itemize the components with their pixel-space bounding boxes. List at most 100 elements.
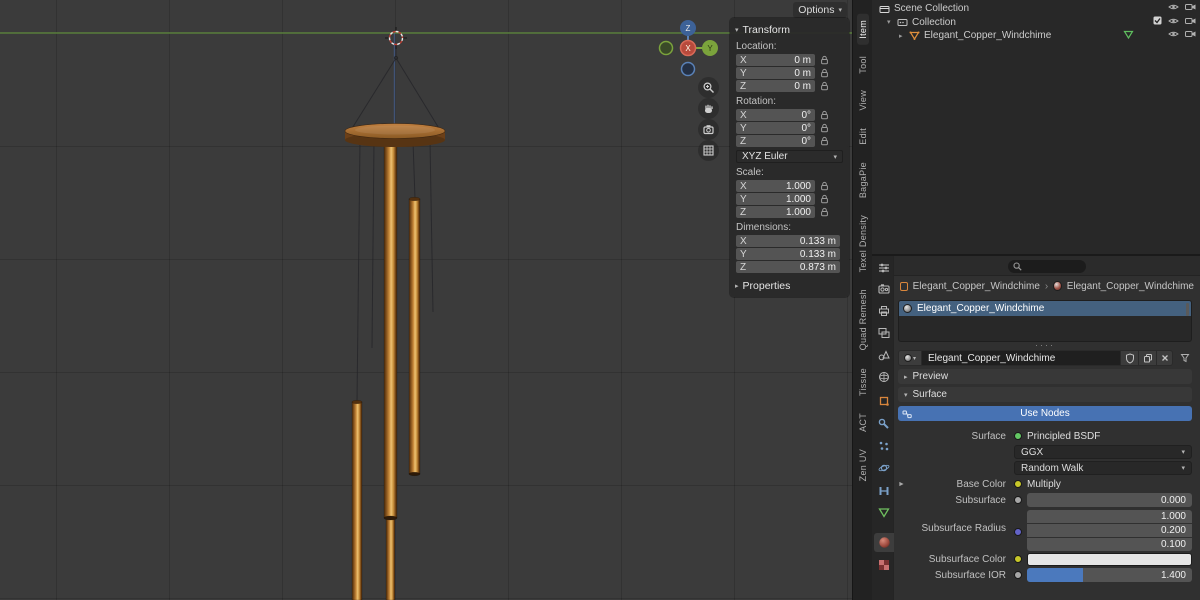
scale-z-field[interactable]: Z 1.000 (736, 206, 815, 218)
tab-item[interactable]: Item (857, 14, 869, 45)
base-color-value[interactable]: Multiply (1027, 479, 1061, 490)
lock-icon[interactable] (818, 136, 831, 146)
tab-texel-density[interactable]: Texel Density (857, 209, 869, 278)
subsurface-color-swatch[interactable] (1027, 553, 1192, 566)
render-visibility-toggle[interactable] (1185, 3, 1196, 14)
outliner-row-scene-collection[interactable]: Scene Collection (872, 2, 1200, 16)
lock-icon[interactable] (818, 194, 831, 204)
outliner-row-collection[interactable]: ▾ Collection (872, 16, 1200, 30)
subsurface-radius-z-field[interactable]: 0.100 (1027, 538, 1192, 551)
subsurface-radius-y-field[interactable]: 0.200 (1027, 524, 1192, 537)
rotation-y-field[interactable]: Y 0° (736, 122, 815, 134)
breadcrumb-material[interactable]: Elegant_Copper_Windchime (1067, 281, 1194, 292)
location-y-field[interactable]: Y 0 m (736, 67, 815, 79)
render-visibility-toggle[interactable] (1185, 30, 1196, 41)
outliner-row-windchime-object[interactable]: ▸ Elegant_Copper_Windchime (872, 29, 1200, 43)
windchime-disc[interactable] (345, 124, 445, 148)
properties-panel-header[interactable]: ▸ Properties (733, 278, 846, 293)
tab-act[interactable]: ACT (857, 407, 869, 438)
render-visibility-toggle[interactable] (1185, 17, 1196, 28)
navigation-gizmo[interactable]: Z Y X (650, 12, 730, 92)
expand-arrow-icon[interactable]: ▸ (899, 32, 909, 40)
location-x-field[interactable]: X 0 m (736, 54, 815, 66)
transform-panel-header[interactable]: ▾ Transform (733, 22, 846, 37)
subsurface-ior-slider[interactable]: 1.400 (1027, 568, 1192, 582)
lock-icon[interactable] (818, 207, 831, 217)
lock-icon[interactable] (818, 81, 831, 91)
lock-icon[interactable] (818, 181, 831, 191)
tab-bagapie[interactable]: BagaPie (857, 156, 869, 204)
tab-edit[interactable]: Edit (857, 122, 869, 151)
tab-output-properties[interactable] (874, 301, 893, 320)
tab-object-properties[interactable] (874, 391, 893, 410)
slot-list-scrollbar[interactable] (1186, 303, 1189, 316)
subsurface-slider[interactable]: 0.000 (1027, 493, 1192, 507)
tab-view[interactable]: View (857, 84, 869, 117)
tab-zen-uv[interactable]: Zen UV (857, 443, 869, 487)
tab-tissue[interactable]: Tissue (857, 362, 869, 402)
resize-grip[interactable]: ···· (898, 342, 1192, 348)
scale-y-field[interactable]: Y 1.000 (736, 193, 815, 205)
camera-view-button[interactable] (698, 119, 719, 140)
hide-eye-toggle[interactable] (1168, 3, 1179, 14)
material-slot-selected[interactable]: Elegant_Copper_Windchime (899, 301, 1191, 316)
tab-constraint-properties[interactable] (874, 481, 893, 500)
unlink-material-button[interactable] (1157, 350, 1173, 366)
filter-button[interactable] (1178, 353, 1192, 363)
material-name-field[interactable]: Elegant_Copper_Windchime (922, 350, 1121, 366)
gizmo-neg-y-axis[interactable] (660, 42, 673, 55)
breadcrumb-object[interactable]: Elegant_Copper_Windchime (913, 281, 1040, 292)
tab-quad-remesh[interactable]: Quad Remesh (857, 283, 869, 356)
material-slot-list[interactable]: Elegant_Copper_Windchime (898, 300, 1192, 342)
location-z-field[interactable]: Z 0 m (736, 80, 815, 92)
dimensions-y-field[interactable]: Y 0.133 m (736, 248, 840, 260)
subsurface-method-select[interactable]: Random Walk ▾ (1014, 461, 1192, 475)
zoom-button[interactable] (698, 77, 719, 98)
rotation-z-field[interactable]: Z 0° (736, 135, 815, 147)
search-input[interactable] (1008, 260, 1086, 273)
surface-shader-value[interactable]: Principled BSDF (1027, 431, 1100, 442)
editor-type-selector[interactable] (874, 258, 893, 277)
preview-panel-header[interactable]: ▸ Preview (898, 369, 1192, 384)
shield-icon (1125, 353, 1135, 364)
browse-material-button[interactable]: ▾ (898, 350, 922, 366)
exclude-checkbox[interactable] (1153, 16, 1162, 28)
viewport-options-button[interactable]: Options ▾ (793, 2, 847, 18)
windchime-tubes[interactable] (352, 141, 420, 600)
scale-x-field[interactable]: X 1.000 (736, 180, 815, 192)
lock-icon[interactable] (818, 55, 831, 65)
dimensions-z-field[interactable]: Z 0.873 m (736, 261, 840, 273)
hide-eye-toggle[interactable] (1168, 17, 1179, 28)
expand-arrow-icon[interactable]: ▾ (887, 18, 897, 26)
lock-icon[interactable] (818, 110, 831, 120)
subsurface-radius-x-field[interactable]: 1.000 (1027, 510, 1192, 523)
tab-render-properties[interactable] (874, 279, 893, 298)
tab-view-layer-properties[interactable] (874, 323, 893, 342)
ortho-grid-button[interactable] (698, 140, 719, 161)
tab-tool[interactable]: Tool (857, 50, 869, 80)
tab-scene-properties[interactable] (874, 345, 893, 364)
surface-panel-header[interactable]: ▾ Surface (898, 387, 1192, 402)
tab-particle-properties[interactable] (874, 436, 893, 455)
tab-modifier-properties[interactable] (874, 414, 893, 433)
distribution-select[interactable]: GGX ▾ (1014, 445, 1192, 459)
use-nodes-button[interactable]: Use Nodes (898, 406, 1192, 421)
fake-user-button[interactable] (1121, 350, 1139, 366)
rotation-mode-select[interactable]: XYZ Euler ▾ (736, 150, 843, 163)
tab-object-data-properties[interactable] (874, 503, 893, 522)
tab-world-properties[interactable] (874, 367, 893, 386)
pan-button[interactable] (698, 98, 719, 119)
rotation-x-field[interactable]: X 0° (736, 109, 815, 121)
3d-viewport[interactable]: Options ▾ Z Y X (0, 0, 852, 600)
lock-icon[interactable] (818, 68, 831, 78)
hide-eye-toggle[interactable] (1168, 30, 1179, 41)
lock-icon[interactable] (818, 123, 831, 133)
duplicate-material-button[interactable] (1139, 350, 1157, 366)
tab-texture-properties[interactable] (874, 555, 893, 574)
gizmo-neg-z-axis[interactable] (682, 63, 695, 76)
subsurface-color-row: Subsurface Color (898, 552, 1192, 566)
expand-arrow-icon[interactable]: ► (898, 481, 910, 488)
tab-physics-properties[interactable] (874, 458, 893, 477)
dimensions-x-field[interactable]: X 0.133 m (736, 235, 840, 247)
tab-material-properties[interactable] (874, 533, 894, 552)
